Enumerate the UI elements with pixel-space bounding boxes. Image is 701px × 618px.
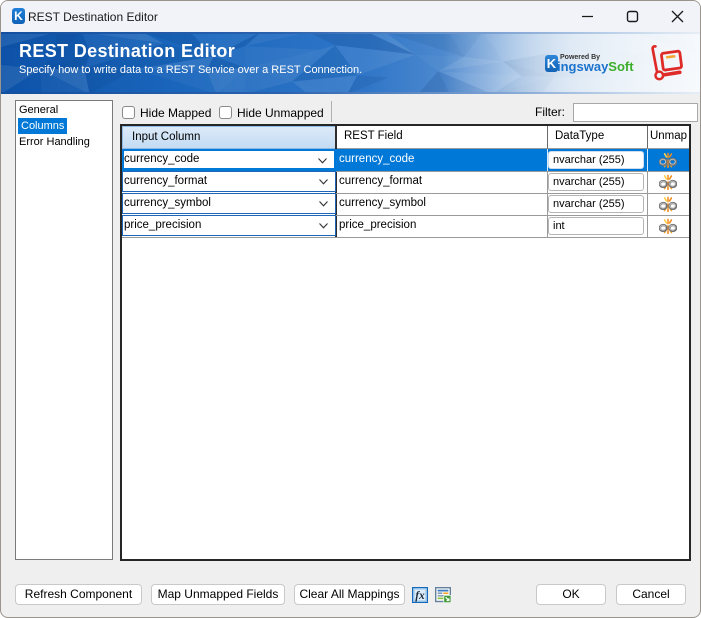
svg-text:fx: fx — [415, 590, 425, 602]
